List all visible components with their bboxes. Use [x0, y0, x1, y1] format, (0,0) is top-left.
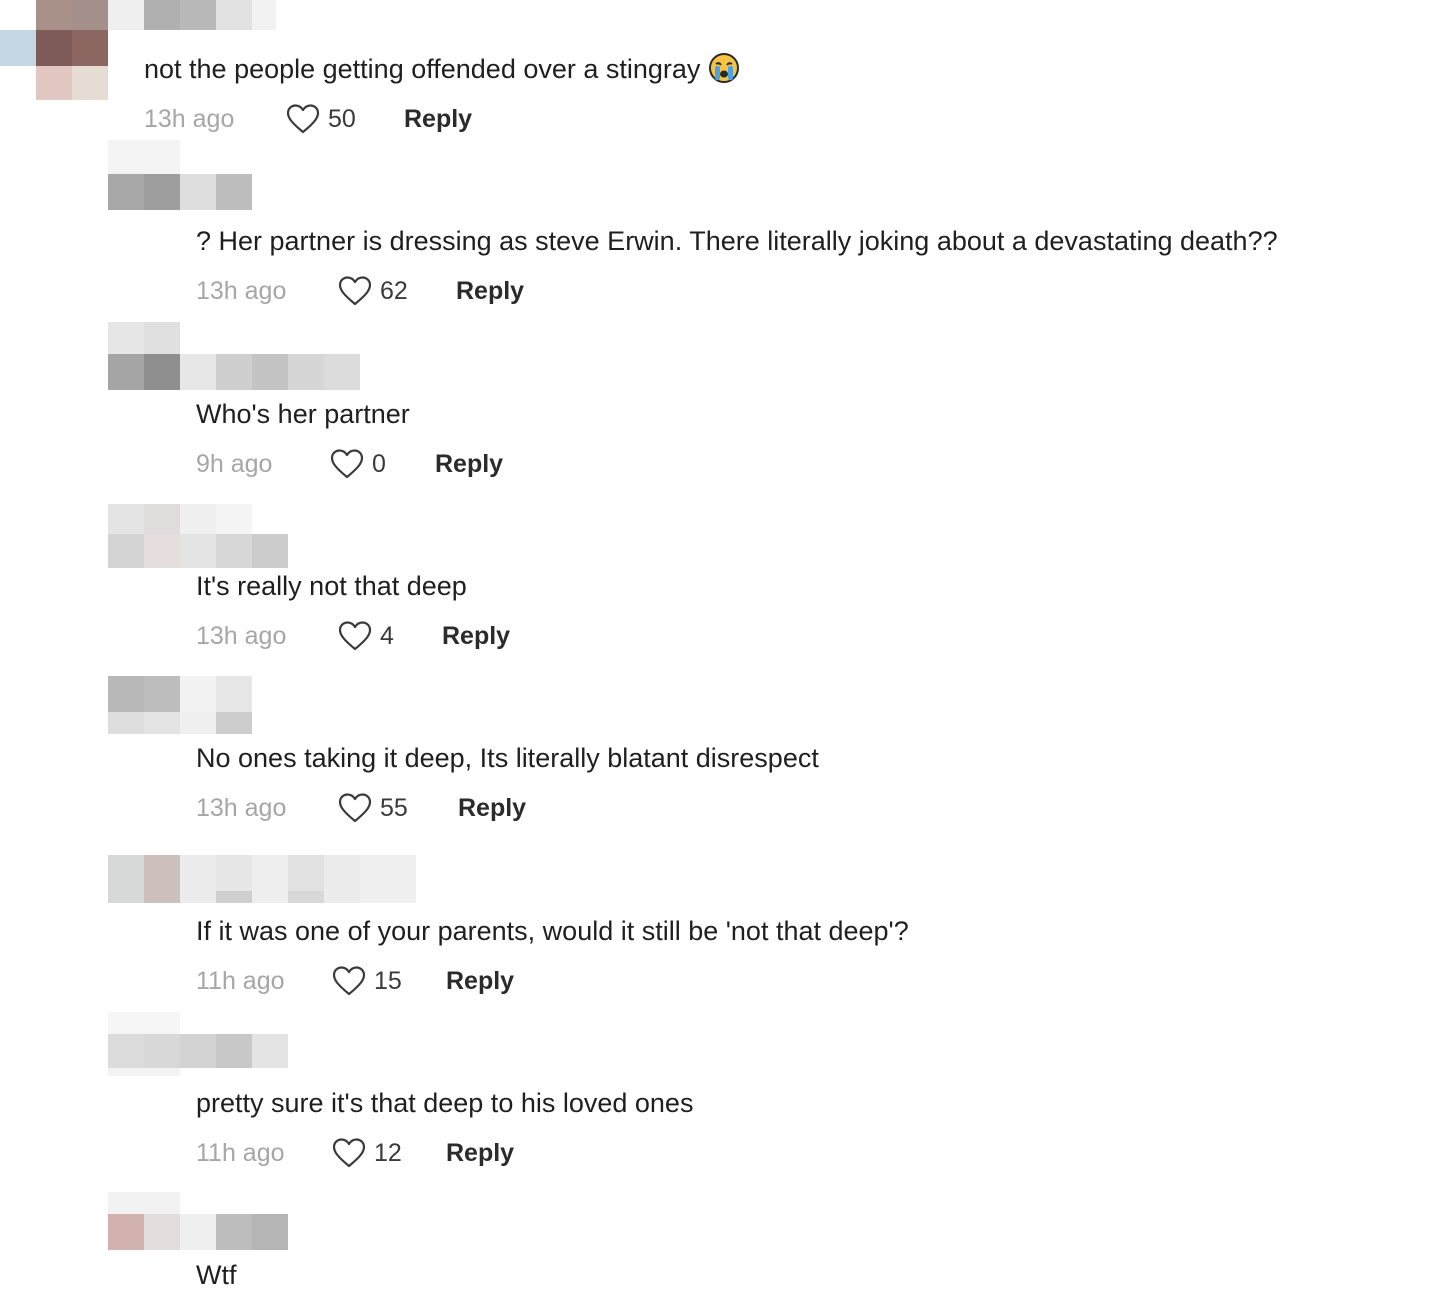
comment-timestamp: 11h ago — [196, 1138, 285, 1167]
heart-outline-icon — [338, 793, 372, 823]
reply-button[interactable]: Reply — [442, 622, 510, 651]
heart-outline-icon — [330, 449, 364, 479]
heart-outline-icon — [286, 104, 320, 134]
comment-text: not the people getting offended over a s… — [144, 52, 740, 86]
pixelated-username[interactable] — [108, 676, 252, 734]
comment-text: Wtf — [196, 1260, 237, 1290]
pixelated-username[interactable] — [108, 504, 288, 568]
comment-text: It's really not that deep — [196, 571, 467, 601]
heart-outline-icon — [338, 621, 372, 651]
reply-button[interactable]: Reply — [458, 794, 526, 823]
pixelated-avatar[interactable] — [0, 0, 108, 100]
comment-timestamp: 13h ago — [196, 621, 287, 650]
comment-timestamp: 13h ago — [196, 276, 287, 305]
pixelated-username[interactable] — [108, 1012, 288, 1076]
comment-text: ? Her partner is dressing as steve Erwin… — [196, 226, 1278, 256]
heart-outline-icon — [332, 966, 366, 996]
pixelated-username[interactable] — [108, 855, 416, 903]
pixelated-username[interactable] — [108, 0, 276, 30]
reply-button[interactable]: Reply — [446, 967, 514, 996]
like-count: 50 — [328, 104, 356, 133]
like-button[interactable]: 12 — [332, 1137, 446, 1169]
like-button[interactable]: 62 — [338, 275, 456, 307]
comment-text-content: not the people getting offended over a s… — [144, 54, 701, 84]
like-button[interactable]: 15 — [332, 965, 446, 997]
pixelated-username[interactable] — [108, 322, 360, 390]
comment-meta: 13h ago 62 Reply — [196, 274, 524, 308]
like-count: 15 — [374, 966, 402, 995]
like-button[interactable]: 4 — [338, 620, 442, 652]
comment-meta: 13h ago 55 Reply — [196, 791, 526, 825]
comment-meta: 13h ago 4 Reply — [196, 619, 510, 653]
comment-meta: 11h ago 12 Reply — [196, 1136, 514, 1170]
heart-outline-icon — [332, 1138, 366, 1168]
comment-text: Who's her partner — [196, 399, 410, 429]
comment-text: pretty sure it's that deep to his loved … — [196, 1088, 694, 1118]
reply-button[interactable]: Reply — [435, 450, 503, 479]
comment-meta: 9h ago 0 Reply — [196, 447, 503, 481]
comment-text: If it was one of your parents, would it … — [196, 916, 909, 946]
reply-button[interactable]: Reply — [446, 1139, 514, 1168]
reply-button[interactable]: Reply — [404, 105, 472, 134]
like-count: 0 — [372, 449, 386, 478]
comment-timestamp: 9h ago — [196, 449, 273, 478]
crying-emoji-icon — [708, 52, 740, 84]
like-button[interactable]: 50 — [286, 103, 404, 135]
like-button[interactable]: 55 — [338, 792, 458, 824]
reply-button[interactable]: Reply — [456, 277, 524, 306]
like-count: 4 — [380, 621, 394, 650]
like-count: 12 — [374, 1138, 402, 1167]
pixelated-username[interactable] — [108, 1192, 288, 1250]
comment-timestamp: 13h ago — [196, 793, 287, 822]
pixelated-username[interactable] — [108, 140, 252, 210]
comment-timestamp: 13h ago — [144, 104, 235, 133]
comment-meta: 13h ago 50 Reply — [144, 102, 472, 136]
heart-outline-icon — [338, 276, 372, 306]
comment-meta: 11h ago 15 Reply — [196, 964, 514, 998]
comment-timestamp: 11h ago — [196, 966, 285, 995]
like-count: 62 — [380, 276, 408, 305]
comment-text: No ones taking it deep, Its literally bl… — [196, 743, 819, 773]
like-button[interactable]: 0 — [330, 448, 435, 480]
like-count: 55 — [380, 793, 408, 822]
